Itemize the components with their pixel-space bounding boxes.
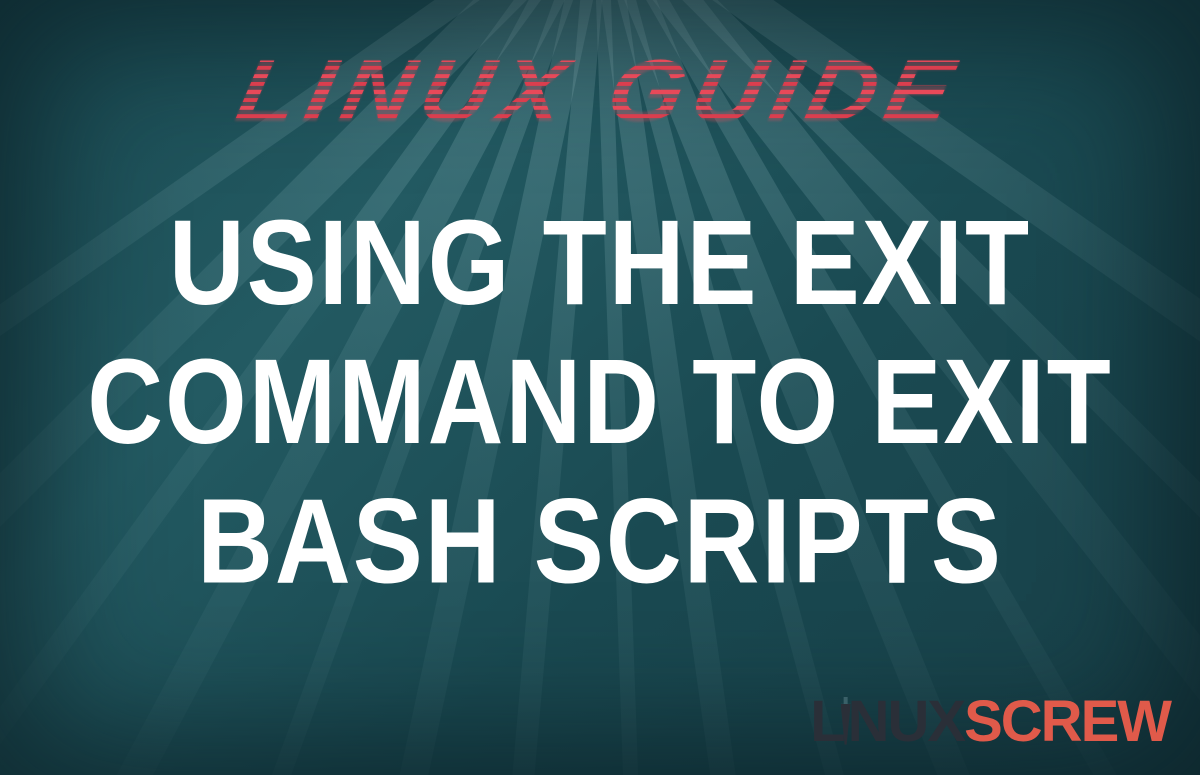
category-title: LINUX GUIDE (229, 40, 971, 142)
watermark-text-screw: SCREW (964, 689, 1170, 754)
watermark-text-linux-l: L (810, 689, 843, 754)
watermark-text-linux-nux: NUX (848, 689, 964, 754)
article-headline: USING THE EXIT COMMAND TO EXIT BASH SCRI… (0, 195, 1200, 612)
site-watermark: LNUXSCREW (810, 688, 1170, 755)
banner-container: LINUX GUIDE USING THE EXIT COMMAND TO EX… (0, 0, 1200, 775)
